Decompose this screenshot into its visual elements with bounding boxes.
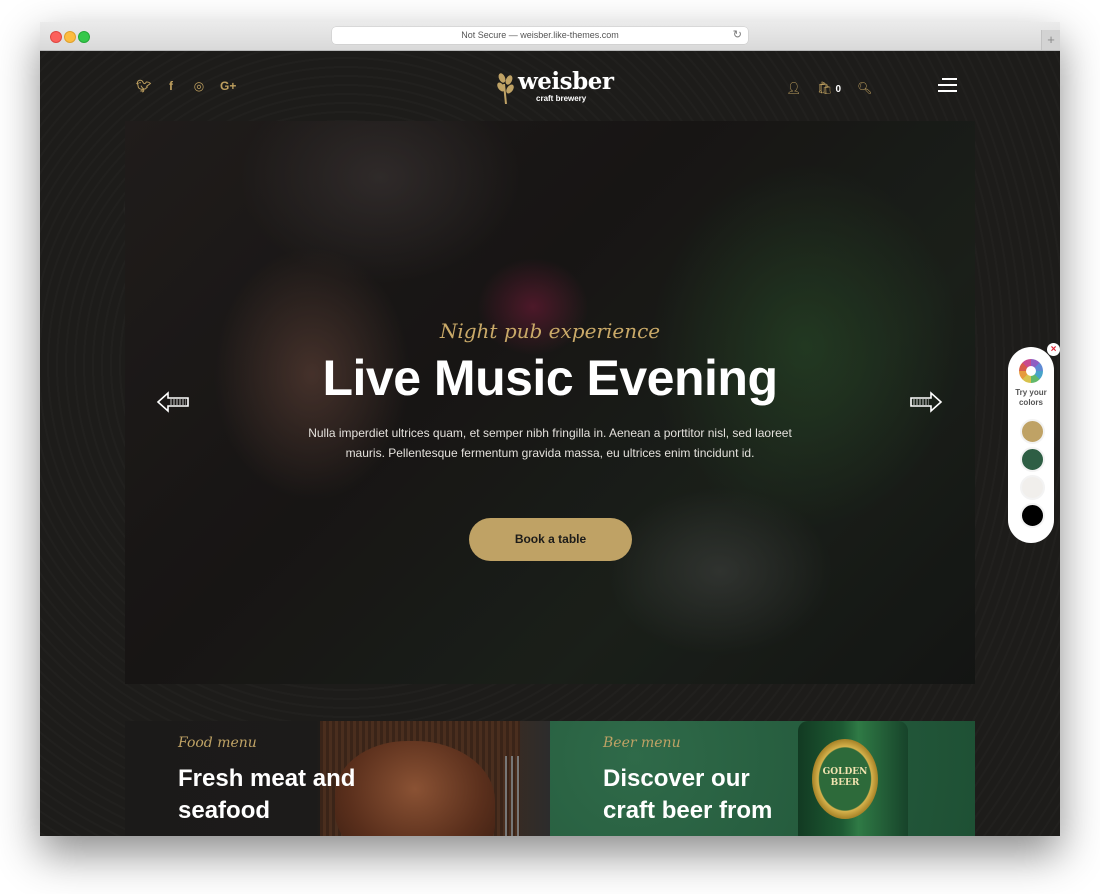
google-plus-icon[interactable]: G+ <box>220 79 236 93</box>
hero-title: Live Music Evening <box>322 350 778 406</box>
search-icon[interactable]: 🔍︎ <box>857 81 872 95</box>
page-content: 🐦︎ f ◎ G+ weisber craft brewery 👤︎ 🛍︎ 0 🔍… <box>40 51 1060 836</box>
food-menu-title: Fresh meat and seafood <box>178 765 356 824</box>
new-tab-button[interactable]: + <box>1041 30 1060 50</box>
social-links: 🐦︎ f ◎ G+ <box>136 79 236 93</box>
twitter-icon[interactable]: 🐦︎ <box>136 79 151 93</box>
close-window-button[interactable] <box>50 31 62 43</box>
close-icon[interactable]: × <box>1047 343 1060 356</box>
hero-slider: Night pub experience Live Music Evening … <box>125 121 975 684</box>
url-text: Not Secure — weisber.like-themes.com <box>461 30 619 40</box>
beer-menu-label: Beer menu <box>603 735 681 751</box>
minimize-window-button[interactable] <box>64 31 76 43</box>
swatch-cream[interactable] <box>1020 475 1045 500</box>
color-switcher: × Try your colors <box>1008 343 1060 543</box>
book-table-button[interactable]: Book a table <box>469 518 632 561</box>
instagram-icon[interactable]: ◎ <box>192 79 206 93</box>
beer-menu-title: Discover our craft beer from <box>603 765 773 824</box>
cart-icon: 🛍︎ <box>817 81 833 95</box>
cart-button[interactable]: 🛍︎ 0 <box>817 79 841 97</box>
swatch-green[interactable] <box>1020 447 1045 472</box>
color-switcher-label: Try your colors <box>1015 388 1047 407</box>
menu-icon[interactable] <box>938 78 957 92</box>
prev-slide-arrow-icon[interactable] <box>156 391 190 413</box>
beer-menu-card[interactable]: GOLDEN BEER Beer menu Discover our craft… <box>550 721 975 836</box>
header-actions: 👤︎ 🛍︎ 0 🔍︎ <box>786 79 872 97</box>
logo-subtitle: craft brewery <box>536 94 587 103</box>
hero-description: Nulla imperdiet ultrices quam, et semper… <box>308 426 792 460</box>
maximize-window-button[interactable] <box>78 31 90 43</box>
address-bar[interactable]: Not Secure — weisber.like-themes.com ↻ <box>332 27 748 44</box>
food-menu-card[interactable]: Food menu Fresh meat and seafood <box>125 721 550 836</box>
swatch-gold[interactable] <box>1020 419 1045 444</box>
color-wheel-icon[interactable] <box>1019 359 1043 383</box>
site-logo[interactable]: weisber craft brewery <box>496 68 614 106</box>
swatch-black[interactable] <box>1020 503 1045 528</box>
cart-count: 0 <box>835 84 842 95</box>
food-menu-label: Food menu <box>178 735 257 751</box>
fork-image <box>505 756 507 836</box>
browser-titlebar: Not Secure — weisber.like-themes.com ↻ + <box>40 22 1060 51</box>
user-icon[interactable]: 👤︎ <box>786 81 801 95</box>
browser-window: Not Secure — weisber.like-themes.com ↻ +… <box>40 22 1060 836</box>
reload-icon[interactable]: ↻ <box>733 27 742 44</box>
wheat-icon <box>497 73 514 104</box>
logo-wordmark: weisber <box>518 68 614 95</box>
next-slide-arrow-icon[interactable] <box>909 391 943 413</box>
hero-tagline: Night pub experience <box>439 319 661 343</box>
bottle-label-text: GOLDEN BEER <box>822 767 868 788</box>
facebook-icon[interactable]: f <box>164 79 178 93</box>
